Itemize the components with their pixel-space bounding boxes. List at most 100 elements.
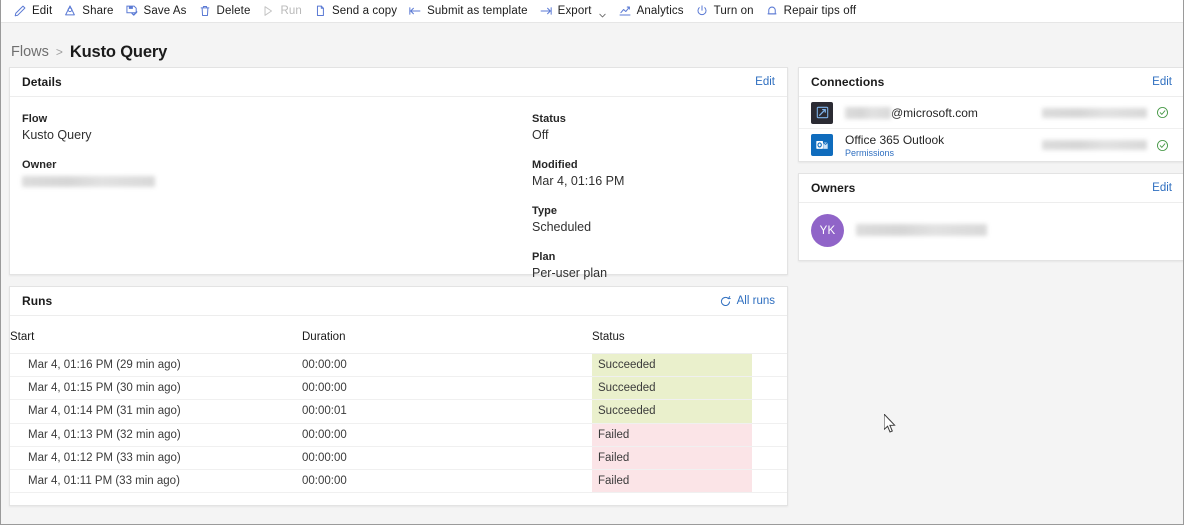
details-card: Details Edit Flow Kusto Query Owner Status… <box>9 67 788 280</box>
run-duration-cell: 00:00:00 <box>302 469 592 494</box>
detail-field-flow: Flow Kusto Query <box>22 113 520 142</box>
toolbar-item-submit-as-template[interactable]: Submit as template <box>404 0 535 23</box>
toolbar-item-turn-on[interactable]: Turn on <box>691 0 761 23</box>
runs-column-header-start[interactable]: Start <box>10 316 302 354</box>
run-duration-cell: 00:00:00 <box>302 353 592 378</box>
run-status-cell: Failed <box>592 469 752 494</box>
connection-detail <box>1042 140 1152 150</box>
redacted-connection-detail <box>1042 107 1147 118</box>
share-icon <box>63 4 77 18</box>
connection-name: Office 365 Outlook <box>845 132 945 147</box>
top-row: Details Edit Flow Kusto Query Owner Status… <box>9 67 1183 506</box>
toolbar-item-label: Share <box>82 5 114 17</box>
detail-field-type: Type Scheduled <box>532 205 780 234</box>
run-status-cell: Failed <box>592 446 752 470</box>
table-row[interactable]: Mar 4, 01:11 PM (33 min ago) 00:00:00 Fail… <box>10 469 787 494</box>
redacted-username <box>845 106 891 119</box>
run-start-cell: Mar 4, 01:12 PM (33 min ago) <box>10 446 302 470</box>
connection-status-icon <box>1152 139 1172 152</box>
table-row[interactable]: Mar 4, 01:14 PM (31 min ago) 00:00:01 Succ… <box>10 399 787 424</box>
toolbar-item-share[interactable]: Share <box>59 0 120 23</box>
save-as-icon <box>125 4 139 18</box>
toolbar-item-label: Send a copy <box>331 5 398 17</box>
azure-data-explorer-icon <box>811 101 833 124</box>
toolbar-item-save-as[interactable]: Save As <box>121 0 194 23</box>
run-status-cell: Failed <box>592 423 752 447</box>
breadcrumb-root-link[interactable]: Flows <box>11 44 49 60</box>
run-duration-cell: 00:00:00 <box>302 423 592 447</box>
owner-name <box>856 222 987 240</box>
toolbar-item-label: Export <box>557 5 592 17</box>
run-start-cell: Mar 4, 01:14 PM (31 min ago) <box>10 399 302 424</box>
runs-bottom-fade <box>10 500 787 505</box>
runs-column-header-duration[interactable]: Duration <box>302 316 592 354</box>
runs-table: Start Duration Status Mar 4, 01:16 PM (29 … <box>10 316 787 494</box>
detail-field-value: Mar 4, 01:16 PM <box>532 174 625 188</box>
analytics-icon <box>618 4 632 18</box>
table-row[interactable]: Mar 4, 01:16 PM (29 min ago) 00:00:00 Succ… <box>10 353 787 378</box>
connection-permissions-link[interactable]: Permissions <box>845 148 1042 158</box>
breadcrumb: Flows > Kusto Query <box>1 23 1183 67</box>
table-row[interactable]: Mar 4, 01:13 PM (32 min ago) 00:00:00 Fail… <box>10 423 787 447</box>
detail-field-value <box>22 174 520 188</box>
toolbar-item-export[interactable]: Export <box>535 0 614 23</box>
page-title: Kusto Query <box>69 42 168 61</box>
runs-card-header: Runs All runs <box>10 287 787 316</box>
avatar: YK <box>811 214 844 247</box>
bell-icon <box>765 4 779 18</box>
runs-table-header: Start Duration Status <box>10 316 787 354</box>
toolbar-item-label: Repair tips off <box>783 5 857 17</box>
trash-icon <box>198 4 212 18</box>
toolbar-item-send-a-copy[interactable]: Send a copy <box>309 0 404 23</box>
chevron-down-icon[interactable] <box>598 7 607 17</box>
details-right-fields: Status Off Modified Mar 4, 01:16 PM Type Sche… <box>520 113 780 280</box>
connections-edit-link[interactable]: Edit <box>1152 76 1172 88</box>
run-duration-cell: 00:00:00 <box>302 376 592 401</box>
owners-list: YK <box>799 203 1183 260</box>
runs-table-body: Mar 4, 01:16 PM (29 min ago) 00:00:00 Succ… <box>10 353 787 494</box>
owners-card: Owners Edit YK <box>798 173 1183 261</box>
toolbar-item-edit[interactable]: Edit <box>9 0 59 23</box>
all-runs-label: All runs <box>736 295 775 307</box>
runs-card: Runs All runs Start Duration Status Mar … <box>9 286 788 506</box>
connection-name: @microsoft.com <box>891 105 978 120</box>
detail-field-plan: Plan Per-user plan <box>532 251 780 280</box>
detail-field-status: Status Off <box>532 113 780 142</box>
submit-icon <box>408 4 422 18</box>
toolbar-item-repair-tips-off[interactable]: Repair tips off <box>761 0 863 23</box>
detail-field-label: Plan <box>532 251 556 263</box>
export-icon <box>539 4 553 18</box>
detail-field-label: Flow <box>22 113 48 125</box>
toolbar-item-delete[interactable]: Delete <box>194 0 258 23</box>
run-duration-cell: 00:00:01 <box>302 399 592 424</box>
toolbar-item-label: Analytics <box>636 5 684 17</box>
connection-detail <box>1042 107 1152 118</box>
runs-column-header-status[interactable]: Status <box>592 316 752 354</box>
detail-field-modified: Modified Mar 4, 01:16 PM <box>532 159 780 188</box>
toolbar-item-analytics[interactable]: Analytics <box>614 0 691 23</box>
run-status-cell: Succeeded <box>592 376 752 401</box>
connection-name-line: @microsoft.com <box>845 106 1042 120</box>
breadcrumb-separator: > <box>55 45 63 59</box>
owners-card-title: Owners <box>811 181 856 195</box>
detail-field-label: Owner <box>22 159 57 171</box>
connection-row[interactable]: Office 365 Outlook Permissions <box>799 129 1183 161</box>
left-column: Details Edit Flow Kusto Query Owner Status… <box>9 67 788 506</box>
owners-edit-link[interactable]: Edit <box>1152 182 1172 194</box>
all-runs-button[interactable]: All runs <box>719 295 775 308</box>
toolbar-item-label: Delete <box>216 5 251 17</box>
run-status-cell: Succeeded <box>592 399 752 424</box>
owners-card-header: Owners Edit <box>799 174 1183 203</box>
flow-details-page: Edit Share Save As Delete Run Send a copy Subm… <box>0 0 1184 525</box>
detail-field-value: Off <box>532 128 549 142</box>
details-edit-link[interactable]: Edit <box>755 76 775 88</box>
refresh-icon <box>719 295 732 308</box>
connections-card-header: Connections Edit <box>799 68 1183 97</box>
connection-row[interactable]: @microsoft.com <box>799 97 1183 129</box>
table-row[interactable]: Mar 4, 01:15 PM (30 min ago) 00:00:00 Succ… <box>10 376 787 401</box>
run-start-cell: Mar 4, 01:13 PM (32 min ago) <box>10 423 302 447</box>
connection-name-line: Office 365 Outlook <box>845 133 1042 147</box>
redacted-connection-detail <box>1042 140 1147 150</box>
table-row[interactable]: Mar 4, 01:12 PM (33 min ago) 00:00:00 Fail… <box>10 446 787 470</box>
redacted-value <box>22 176 155 188</box>
